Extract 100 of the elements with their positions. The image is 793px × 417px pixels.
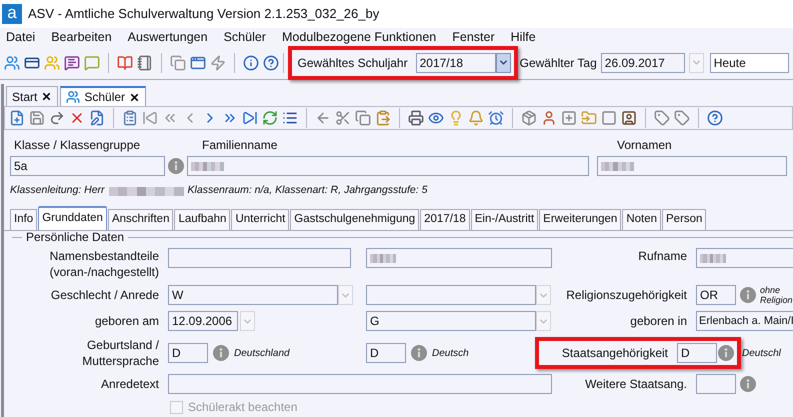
people-icon[interactable] <box>4 54 20 70</box>
section-title: Persönliche Daten <box>26 229 124 246</box>
field-label: Rufname <box>638 248 687 264</box>
info-icon[interactable] <box>740 287 756 303</box>
redo-icon[interactable] <box>49 110 65 126</box>
new-document-icon[interactable] <box>9 110 25 126</box>
paste-icon[interactable] <box>375 110 391 126</box>
field-label: Religionszugehörigkeit <box>566 287 687 303</box>
card-icon[interactable] <box>24 54 40 70</box>
menu-item[interactable]: Schüler <box>224 28 266 46</box>
tag-icon[interactable] <box>654 110 670 126</box>
square-icon[interactable] <box>601 110 617 126</box>
document-tab[interactable]: Schüler <box>60 86 146 106</box>
dropdown-button[interactable] <box>496 52 511 72</box>
info-icon[interactable] <box>168 158 184 174</box>
menu-item[interactable]: Modulbezogene Funktionen <box>282 28 436 46</box>
text-field[interactable] <box>696 248 793 268</box>
date-field[interactable]: 26.09.2017 <box>600 52 685 72</box>
text-field[interactable]: D <box>677 343 717 363</box>
checkbox-label: Schülerakt beachten <box>188 399 298 416</box>
text-field[interactable]: Erlenbach a. Main/I <box>696 311 793 331</box>
message-icon[interactable] <box>64 54 80 70</box>
form-tab[interactable]: Laufbahn <box>174 209 230 230</box>
person-card-icon[interactable] <box>621 110 637 126</box>
edit-icon[interactable] <box>89 110 105 126</box>
info-icon[interactable] <box>411 345 427 361</box>
form-tab[interactable]: Erweiterungen <box>539 209 622 230</box>
form-tab[interactable]: Unterricht <box>231 209 290 230</box>
close-icon[interactable] <box>41 91 52 102</box>
tag-icon[interactable] <box>674 110 690 126</box>
document-tab[interactable]: Start <box>6 86 58 106</box>
book-icon[interactable] <box>117 54 133 70</box>
menu-item[interactable]: Auswertungen <box>128 28 208 46</box>
info-icon[interactable] <box>740 376 756 392</box>
form-tab[interactable]: Person <box>662 209 706 230</box>
scissors-icon[interactable] <box>335 110 351 126</box>
text-field[interactable]: G <box>366 311 536 331</box>
form-tab[interactable]: Ein-/Austritt <box>470 209 538 230</box>
person-icon[interactable] <box>541 110 557 126</box>
field-label: Geburtsland / Muttersprache <box>81 337 159 369</box>
menu-item[interactable]: Hilfe <box>510 28 536 46</box>
notebook-icon[interactable] <box>137 54 153 70</box>
school-year-field[interactable]: 2017/18 <box>416 52 496 72</box>
form-tab[interactable]: Gastschulgenehmigung <box>290 209 420 230</box>
field-label: Weitere Staatsang. <box>585 376 687 392</box>
form-tab[interactable]: Anschriften <box>108 209 174 230</box>
text-field[interactable]: D <box>366 343 406 363</box>
lightning-icon[interactable] <box>210 54 226 70</box>
info-icon[interactable] <box>213 345 229 361</box>
menu-item[interactable]: Datei <box>6 28 36 46</box>
box-icon[interactable] <box>521 110 537 126</box>
class-field[interactable]: 5a <box>10 156 165 176</box>
alarm-clock-icon[interactable] <box>488 110 504 126</box>
arrow-icon[interactable] <box>315 110 331 126</box>
form-tab[interactable]: Info <box>10 209 38 230</box>
field-label: geboren in <box>630 313 687 329</box>
first-icon[interactable] <box>142 110 158 126</box>
print-icon[interactable] <box>408 110 424 126</box>
copy-icon[interactable] <box>170 54 186 70</box>
refresh-icon[interactable] <box>262 110 278 126</box>
text-field[interactable] <box>168 374 552 394</box>
info-icon[interactable] <box>243 54 259 70</box>
people-icon <box>66 90 80 104</box>
eye-icon[interactable] <box>428 110 444 126</box>
close-icon[interactable] <box>129 92 140 102</box>
text-field[interactable] <box>366 248 552 268</box>
text-field[interactable]: OR <box>696 285 736 305</box>
text-field[interactable]: D <box>168 343 208 363</box>
field-label: Geschlecht / Anrede <box>50 287 159 303</box>
field-label: Namensbestandteile (voran-/nachgestellt) <box>49 248 159 280</box>
folder-icon[interactable] <box>581 110 597 126</box>
help-icon[interactable] <box>707 110 723 126</box>
add-icon[interactable] <box>561 110 577 126</box>
family-name-field[interactable] <box>186 156 589 176</box>
help-icon[interactable] <box>263 54 279 70</box>
menu-item[interactable]: Fenster <box>452 28 495 46</box>
text-field[interactable] <box>696 374 736 394</box>
bell-icon[interactable] <box>468 110 484 126</box>
text-field[interactable]: Heute <box>710 52 789 72</box>
field-label: Klasse / Klassengruppe <box>13 137 142 152</box>
form-tab[interactable]: 2017/18 <box>420 209 470 230</box>
window-icon[interactable] <box>190 54 206 70</box>
menu-item[interactable]: Bearbeiten <box>51 28 112 46</box>
value-note: Deutschl <box>742 346 781 360</box>
save-icon[interactable] <box>29 110 45 126</box>
last-icon[interactable] <box>242 110 258 126</box>
form-tab[interactable]: Grunddaten <box>38 206 107 230</box>
field-label: Staatsangehörigkeit <box>562 345 668 361</box>
window-title: ASV - Amtliche Schulverwaltung Version 2.1.253_032_26_by <box>28 5 380 24</box>
text-field[interactable] <box>168 248 351 268</box>
first-name-field[interactable] <box>597 156 787 176</box>
text-field[interactable]: 12.09.2006 <box>168 311 238 331</box>
list-icon[interactable] <box>122 110 138 126</box>
text-field[interactable]: W <box>168 285 338 305</box>
copy-icon[interactable] <box>355 110 371 126</box>
list-icon[interactable] <box>282 110 298 126</box>
form-tab[interactable]: Noten <box>622 209 661 230</box>
field-label: Vornamen <box>617 137 672 152</box>
text-field[interactable] <box>366 285 536 305</box>
info-icon[interactable] <box>718 345 734 361</box>
